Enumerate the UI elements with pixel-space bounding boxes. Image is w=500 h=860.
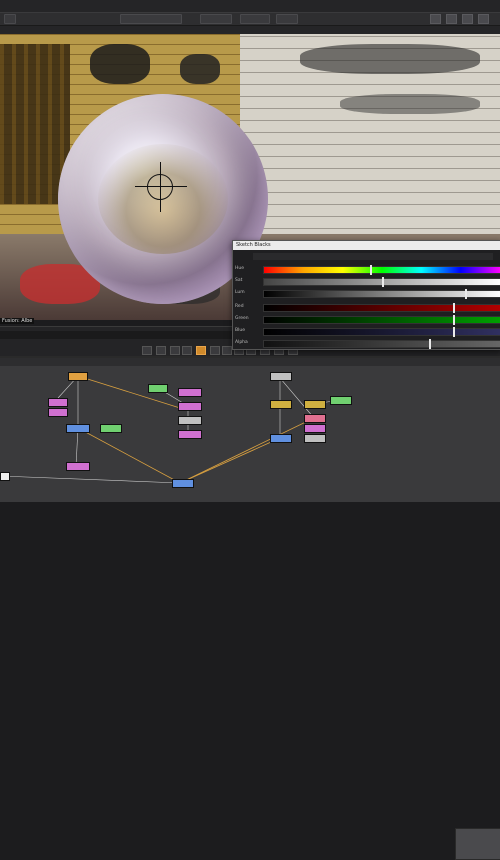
- node-loader[interactable]: [68, 372, 88, 381]
- navigator-panel[interactable]: [455, 828, 500, 860]
- node-background[interactable]: [270, 372, 292, 381]
- alpha-handle[interactable]: [429, 339, 432, 349]
- first-frame-button[interactable]: [170, 346, 180, 355]
- blue-handle[interactable]: [452, 327, 455, 337]
- red-handle[interactable]: [452, 303, 455, 313]
- node-transform[interactable]: [178, 430, 202, 439]
- checker-icon[interactable]: [478, 14, 489, 24]
- hue-slider[interactable]: [263, 265, 500, 275]
- node-input[interactable]: [0, 472, 10, 481]
- hue-gradient: [264, 267, 500, 273]
- blue-slider[interactable]: [263, 327, 500, 337]
- panel-toolbar: [253, 253, 493, 260]
- row-label: Sat: [235, 278, 243, 283]
- node-loader[interactable]: [304, 400, 326, 409]
- row-label: Green: [235, 316, 249, 321]
- row-alpha[interactable]: Alpha: [235, 339, 500, 349]
- overlay-icon[interactable]: [446, 14, 457, 24]
- row-label: Lum: [235, 290, 245, 295]
- node-blur[interactable]: [304, 434, 326, 443]
- row-hue[interactable]: Hue: [235, 265, 500, 275]
- node-color-correct[interactable]: [100, 424, 122, 433]
- channel-dropdown[interactable]: [240, 14, 270, 24]
- play-reverse-button[interactable]: [196, 346, 206, 355]
- render-button[interactable]: [142, 346, 152, 355]
- green-gradient: [264, 317, 500, 323]
- row-label: Red: [235, 304, 244, 309]
- node-transform[interactable]: [178, 402, 202, 411]
- node-merge[interactable]: [66, 424, 90, 433]
- zoom-dropdown[interactable]: [200, 14, 232, 24]
- square-icon[interactable]: [462, 14, 473, 24]
- row-green[interactable]: Green: [235, 315, 500, 325]
- hiq-button[interactable]: [156, 346, 166, 355]
- node-color-correct[interactable]: [330, 396, 352, 405]
- row-lum[interactable]: Lum: [235, 289, 500, 299]
- node-transform[interactable]: [304, 424, 326, 433]
- viewer-label: Fusion: Albe: [0, 318, 35, 324]
- row-label: Hue: [235, 266, 245, 271]
- node-color-correct[interactable]: [148, 384, 168, 393]
- play-button[interactable]: [222, 346, 232, 355]
- red-gradient: [264, 305, 500, 311]
- sat-handle[interactable]: [382, 277, 384, 287]
- hue-handle[interactable]: [370, 265, 373, 275]
- node-merge[interactable]: [270, 434, 292, 443]
- graffiti-mark: [90, 44, 150, 84]
- panel-title: Sketch Blacks: [233, 241, 500, 250]
- graffiti-mark: [180, 54, 220, 84]
- red-slider[interactable]: [263, 303, 500, 313]
- prev-frame-button[interactable]: [182, 346, 192, 355]
- green-slider[interactable]: [263, 315, 500, 325]
- row-blue[interactable]: Blue: [235, 327, 500, 337]
- row-label: Blue: [235, 328, 245, 333]
- stop-button[interactable]: [210, 346, 220, 355]
- top-toolbar: [0, 0, 500, 34]
- node-mask[interactable]: [304, 414, 326, 423]
- view-dropdown[interactable]: [120, 14, 182, 24]
- row-red[interactable]: Red: [235, 303, 500, 313]
- lum-slider[interactable]: [263, 289, 500, 299]
- alpha-slider[interactable]: [263, 339, 500, 349]
- graffiti-mark: [340, 94, 480, 114]
- alpha-gradient: [264, 341, 500, 347]
- node-transform[interactable]: [48, 398, 68, 407]
- row-sat[interactable]: Sat: [235, 277, 500, 287]
- node-transform[interactable]: [178, 388, 202, 397]
- sat-slider[interactable]: [263, 277, 500, 287]
- lut-dropdown[interactable]: [276, 14, 298, 24]
- node-editor[interactable]: [0, 356, 500, 860]
- green-handle[interactable]: [452, 315, 455, 325]
- node-transform[interactable]: [48, 408, 68, 417]
- node-merge[interactable]: [172, 479, 194, 488]
- color-panel[interactable]: Sketch Blacks Hue Sat Lum Red Green Blue…: [232, 240, 500, 350]
- row-label: Alpha: [235, 340, 248, 345]
- lum-handle[interactable]: [464, 289, 467, 299]
- node-loader[interactable]: [270, 400, 292, 409]
- crosshair-widget[interactable]: [147, 174, 173, 200]
- grid-icon[interactable]: [430, 14, 441, 24]
- menu-button[interactable]: [4, 14, 16, 24]
- node-transform[interactable]: [66, 462, 90, 471]
- node-blur[interactable]: [178, 416, 202, 425]
- graffiti-mark: [300, 44, 480, 74]
- blue-gradient: [264, 329, 500, 335]
